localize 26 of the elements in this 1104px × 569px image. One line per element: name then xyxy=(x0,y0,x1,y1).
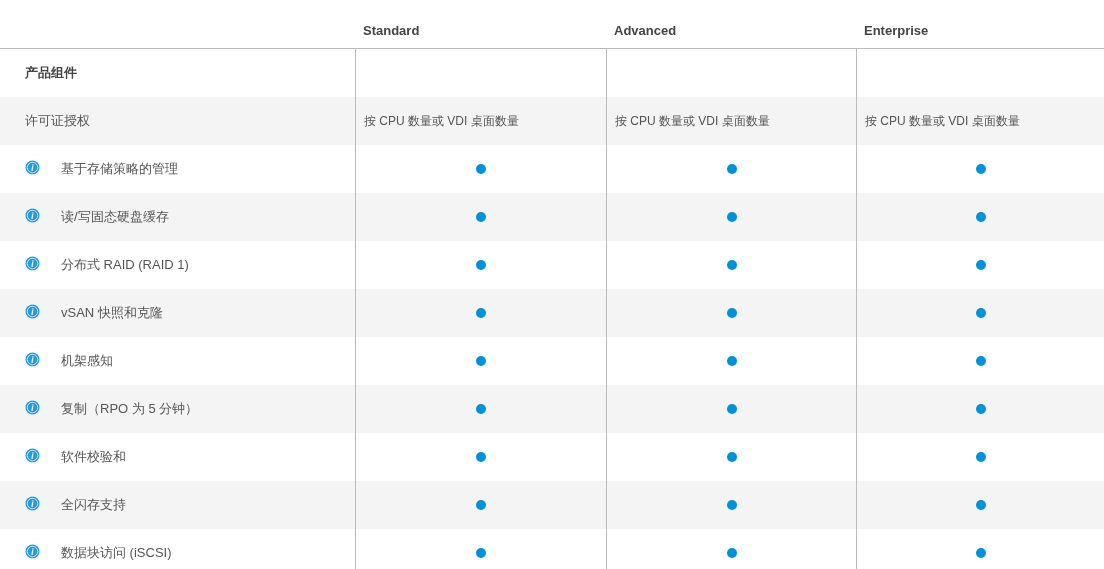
column-header: Advanced xyxy=(614,21,677,40)
info-icon[interactable] xyxy=(25,304,40,319)
info-icon[interactable] xyxy=(25,448,40,463)
table-cell-text: 按 CPU 数量或 VDI 桌面数量 xyxy=(364,113,519,130)
row-label: 许可证授权 xyxy=(25,112,90,131)
column-header: Standard xyxy=(363,21,420,40)
info-icon[interactable] xyxy=(25,256,40,271)
feature-label: 复制（RPO 为 5 分钟） xyxy=(61,400,199,419)
info-icon[interactable] xyxy=(25,160,40,175)
feature-label: 分布式 RAID (RAID 1) xyxy=(61,256,189,275)
info-icon[interactable] xyxy=(25,352,40,367)
table-cell-text: 按 CPU 数量或 VDI 桌面数量 xyxy=(865,113,1020,130)
info-icon[interactable] xyxy=(25,208,40,223)
table-cell-text: 按 CPU 数量或 VDI 桌面数量 xyxy=(615,113,770,130)
feature-label: 基于存储策略的管理 xyxy=(61,160,178,179)
feature-label: 全闪存支持 xyxy=(61,496,126,515)
info-icon[interactable] xyxy=(25,544,40,559)
feature-label: vSAN 快照和克隆 xyxy=(61,304,163,323)
feature-label: 机架感知 xyxy=(61,352,113,371)
info-icon[interactable] xyxy=(25,496,40,511)
info-icon[interactable] xyxy=(25,400,40,415)
section-title: 产品组件 xyxy=(25,64,77,83)
feature-label: 数据块访问 (iSCSI) xyxy=(61,544,172,563)
feature-label: 软件校验和 xyxy=(61,448,126,467)
feature-label: 读/写固态硬盘缓存 xyxy=(61,208,169,227)
column-header: Enterprise xyxy=(864,21,929,40)
